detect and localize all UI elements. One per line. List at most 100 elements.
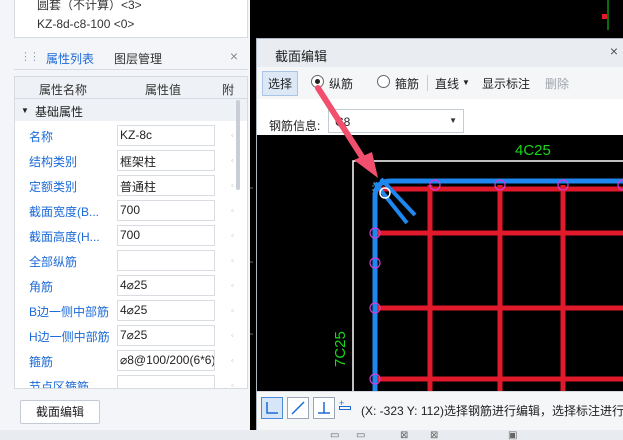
property-value[interactable]: 700 — [117, 225, 215, 246]
property-row[interactable]: 截面宽度(B... 700 ◦ — [15, 198, 247, 223]
property-name: 定额类别 — [29, 180, 78, 194]
property-panel: 圆套（不计算）<3> KZ-8d-c8-100 <0> ⋮⋮ 属性列表 图层管理… — [0, 0, 250, 440]
dialog-titlebar[interactable]: 截面编辑 × — [257, 39, 623, 67]
property-name: 全部纵筋 — [29, 255, 78, 269]
line-dropdown[interactable]: 直线 — [435, 75, 459, 92]
longitudinal-radio[interactable] — [311, 75, 324, 88]
property-row[interactable]: 角筋 4⌀25 ◦ — [15, 273, 247, 298]
tab-layers[interactable]: 图层管理 — [114, 50, 162, 67]
stirrup-radio[interactable] — [377, 75, 390, 88]
group-basic[interactable]: ▼ 基础属性 — [15, 99, 247, 121]
group-label: 基础属性 — [35, 105, 84, 119]
col-name-header: 属性名称 — [39, 83, 88, 97]
list-item[interactable]: KZ-8d-c8-100 <0> — [37, 17, 134, 31]
property-name: 截面宽度(B... — [29, 205, 100, 219]
bottom-toolbar: ▭ ▭ ⊠ ⊠ ▣ — [0, 430, 623, 440]
extra-dot-icon: ◦ — [231, 331, 234, 340]
dialog-statusbar: + (X: -323 Y: 112)选择钢筋进行编辑，选择标注进行 — [257, 391, 623, 431]
grid-header: 属性名称 属性值 附 — [15, 77, 247, 99]
extra-dot-icon: ◦ — [231, 206, 234, 215]
dialog-toolbar: 选择 纵筋 箍筋 直线 ▼ 显示标注 删除 — [257, 67, 623, 99]
property-name: H边一侧中部筋 — [29, 330, 110, 344]
chevron-down-icon[interactable]: ▼ — [449, 116, 457, 125]
select-button[interactable]: 选择 — [262, 71, 299, 96]
toolbar-divider — [427, 75, 428, 91]
close-icon[interactable]: × — [230, 48, 238, 64]
extra-dot-icon: ◦ — [231, 306, 234, 315]
property-row[interactable]: H边一侧中部筋 7⌀25 ◦ — [15, 323, 247, 348]
property-name: 节点区箍筋 — [29, 380, 90, 389]
toolbar-icon[interactable]: ▭ — [356, 430, 365, 440]
property-name: 截面高度(H... — [29, 230, 100, 244]
property-value[interactable]: 4⌀25 — [117, 300, 215, 321]
section-edit-dialog: 截面编辑 × 选择 纵筋 箍筋 直线 ▼ 显示标注 删除 钢筋信息: C8 ▼ — [256, 38, 623, 431]
property-value[interactable] — [117, 375, 215, 388]
scrollbar[interactable] — [236, 100, 240, 190]
rebar-info-select[interactable]: C8 ▼ — [328, 109, 464, 133]
chevron-down-icon[interactable]: ▼ — [462, 78, 470, 87]
add-point-icon[interactable]: + — [339, 398, 351, 410]
property-value[interactable]: 700 — [117, 200, 215, 221]
property-name: B边一侧中部筋 — [29, 305, 110, 319]
extra-dot-icon: ◦ — [231, 156, 234, 165]
drag-handle-icon[interactable]: ⋮⋮ — [20, 50, 40, 63]
extra-dot-icon: ◦ — [231, 381, 234, 389]
left-bar-label: 7C25 — [332, 331, 349, 367]
col-extra-header: 附 — [222, 83, 235, 97]
rebar-info-label: 钢筋信息: — [269, 119, 321, 133]
property-row[interactable]: 截面高度(H... 700 ◦ — [15, 223, 247, 248]
extra-dot-icon: ◦ — [231, 281, 234, 290]
toolbar-icon[interactable]: ⊠ — [400, 430, 408, 440]
extra-dot-icon: ◦ — [231, 256, 234, 265]
property-row[interactable]: 定额类别 普通柱 ◦ — [15, 173, 247, 198]
property-value[interactable]: KZ-8c — [117, 125, 215, 146]
status-message: (X: -323 Y: 112)选择钢筋进行编辑，选择标注进行 — [361, 404, 623, 418]
property-grid: 属性名称 属性值 附 ▼ 基础属性 名称 KZ-8c ◦ 结构类别 框架柱 ◦ 定额类别 普通… — [14, 76, 248, 389]
dialog-title: 截面编辑 — [275, 49, 328, 64]
property-value[interactable]: 框架柱 — [117, 150, 215, 171]
rebar-info-value: C8 — [335, 115, 351, 129]
property-name: 角筋 — [29, 280, 54, 294]
extra-dot-icon: ◦ — [231, 231, 234, 240]
property-row[interactable]: 结构类别 框架柱 ◦ — [15, 148, 247, 173]
property-row[interactable]: 箍筋 ⌀8@100/200(6*6) ◦ — [15, 348, 247, 373]
property-value[interactable]: 普通柱 — [117, 175, 215, 196]
extra-dot-icon: ◦ — [231, 356, 234, 365]
corner-snap-icon[interactable] — [261, 397, 283, 419]
property-value[interactable]: 7⌀25 — [117, 325, 215, 346]
extra-dot-icon: ◦ — [231, 131, 234, 140]
property-name: 结构类别 — [29, 155, 78, 169]
list-item[interactable]: 圆套（不计算）<3> — [37, 0, 142, 13]
longitudinal-label[interactable]: 纵筋 — [329, 75, 353, 92]
property-value[interactable]: 4⌀25 — [117, 275, 215, 296]
col-value-header: 属性值 — [145, 83, 182, 97]
tab-properties[interactable]: 属性列表 — [46, 50, 94, 67]
property-name: 名称 — [29, 130, 54, 144]
property-row[interactable]: 名称 KZ-8c ◦ — [15, 123, 247, 148]
collapse-icon[interactable]: ▼ — [21, 106, 29, 115]
extra-dot-icon: ◦ — [231, 181, 234, 190]
section-svg: 4C25 7C25 — [332, 142, 623, 391]
property-name: 箍筋 — [29, 355, 54, 369]
section-outline — [352, 160, 623, 391]
section-edit-button[interactable]: 截面编辑 — [20, 400, 100, 424]
property-row[interactable]: 全部纵筋 ◦ — [15, 248, 247, 273]
toolbar-icon[interactable]: ⊠ — [430, 430, 438, 440]
section-drawing[interactable]: 4C25 7C25 — [257, 135, 623, 391]
rebar-info-row: 钢筋信息: C8 ▼ — [257, 99, 623, 135]
property-row[interactable]: 节点区箍筋 ◦ — [15, 373, 247, 389]
delete-button[interactable]: 删除 — [545, 75, 569, 92]
panel-tabs: ⋮⋮ 属性列表 图层管理 × — [14, 46, 248, 70]
property-value[interactable]: ⌀8@100/200(6*6) — [117, 350, 215, 371]
stirrup-label[interactable]: 箍筋 — [395, 75, 419, 92]
property-value[interactable] — [117, 250, 215, 271]
close-icon[interactable]: × — [610, 43, 618, 59]
toolbar-icon[interactable]: ▭ — [330, 430, 339, 440]
component-list: 圆套（不计算）<3> KZ-8d-c8-100 <0> — [14, 0, 248, 38]
diagonal-line-icon[interactable] — [287, 397, 309, 419]
show-label-button[interactable]: 显示标注 — [482, 75, 530, 92]
perpendicular-icon[interactable] — [313, 397, 335, 419]
toolbar-icon[interactable]: ▣ — [508, 430, 517, 440]
top-bar-label: 4C25 — [515, 142, 551, 159]
property-row[interactable]: B边一侧中部筋 4⌀25 ◦ — [15, 298, 247, 323]
